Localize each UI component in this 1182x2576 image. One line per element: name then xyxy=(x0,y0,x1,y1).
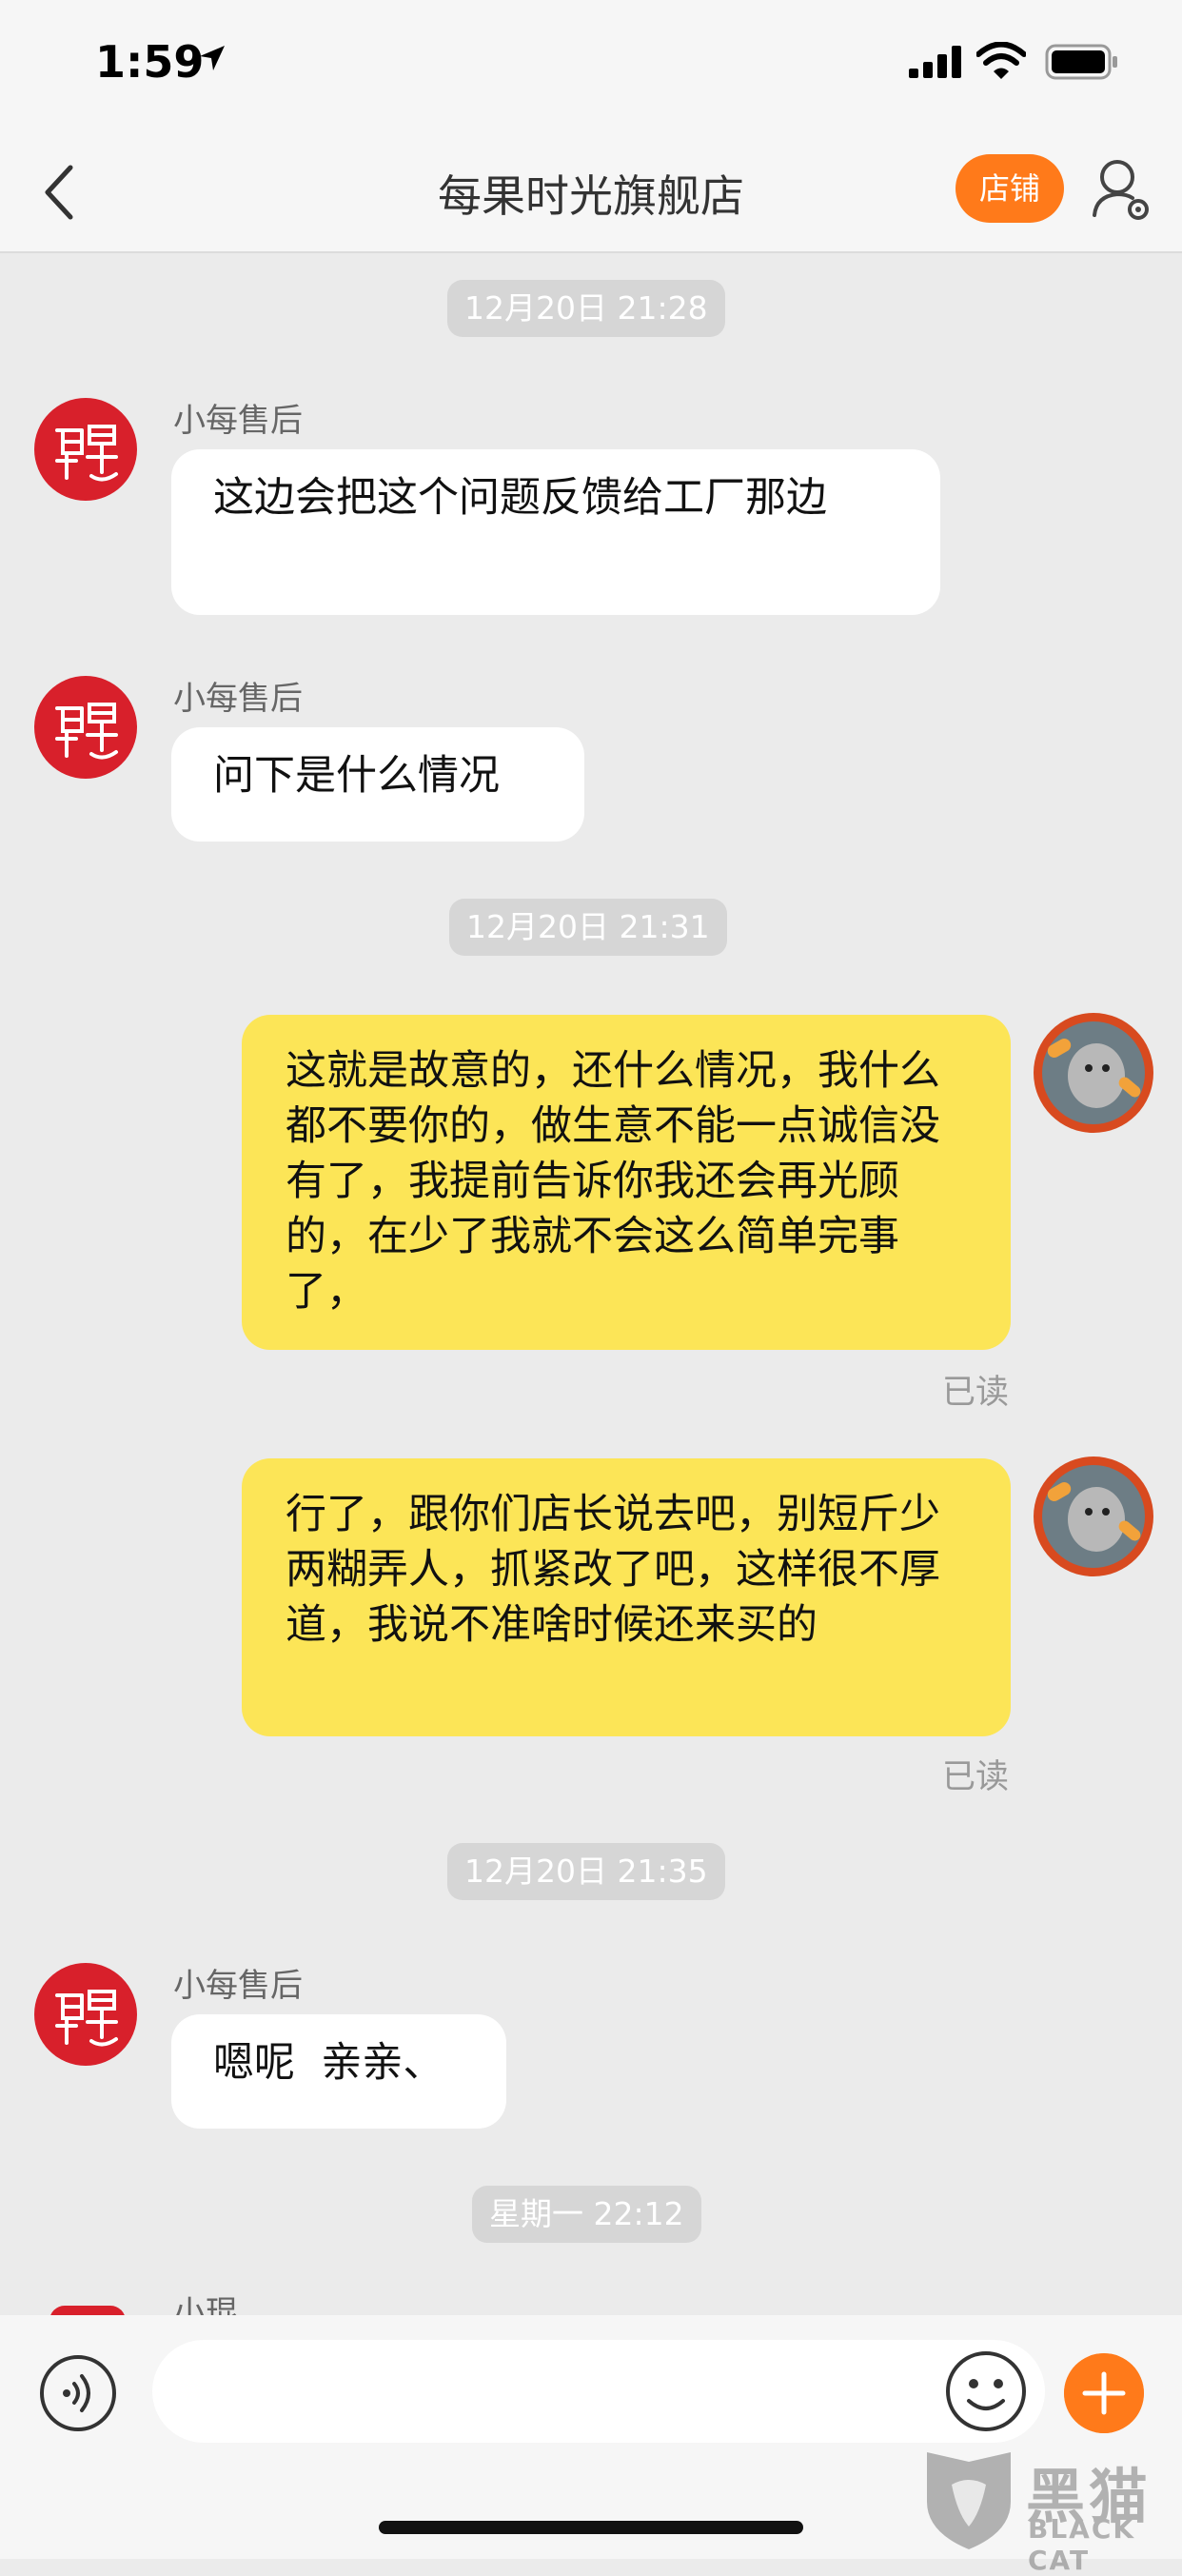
sender-name: 小每售后 xyxy=(173,680,303,718)
watermark-subtext: BLACK CAT xyxy=(1028,2513,1136,2576)
message-bubble[interactable]: 问下是什么情况 xyxy=(171,727,584,842)
timestamp: 12月20日 21:31 xyxy=(449,899,727,956)
sender-name-partial: 小琨 xyxy=(173,2294,238,2317)
home-indicator xyxy=(379,2521,803,2534)
wifi-icon xyxy=(976,42,1026,79)
read-status: 已读 xyxy=(941,1758,1009,1796)
message-bubble[interactable]: 嗯呢 亲亲、 xyxy=(171,2014,506,2129)
user-avatar[interactable] xyxy=(1034,1013,1153,1133)
status-time: 1:59 xyxy=(95,36,205,88)
location-arrow-icon xyxy=(200,46,225,70)
voice-icon[interactable] xyxy=(38,2353,118,2433)
sender-name: 小每售后 xyxy=(173,1967,303,2005)
message-bubble[interactable]: 这边会把这个问题反馈给工厂那边 xyxy=(171,449,940,615)
status-bar: 1:59 xyxy=(0,0,1182,133)
battery-icon xyxy=(1045,44,1117,80)
plus-icon[interactable] xyxy=(1064,2353,1144,2433)
watermark: 黑猫 BLACK CAT xyxy=(919,2447,1176,2576)
nav-bar: 每果时光旗舰店 店铺 xyxy=(0,133,1182,253)
message-input[interactable] xyxy=(152,2340,1045,2443)
timestamp: 12月20日 21:28 xyxy=(447,280,725,337)
signal-icon xyxy=(909,46,961,78)
read-status: 已读 xyxy=(941,1374,1009,1412)
black-cat-logo-icon xyxy=(927,2452,1011,2549)
sender-name: 小每售后 xyxy=(173,402,303,440)
message-bubble[interactable]: 这就是故意的，还什么情况，我什么都不要你的，做生意不能一点诚信没有了，我提前告诉… xyxy=(242,1015,1011,1350)
shop-avatar[interactable] xyxy=(34,398,137,501)
timestamp: 星期一 22:12 xyxy=(472,2186,701,2243)
timestamp: 12月20日 21:35 xyxy=(447,1843,725,1900)
emoji-icon[interactable] xyxy=(944,2349,1028,2433)
user-avatar[interactable] xyxy=(1034,1456,1153,1576)
shop-avatar[interactable] xyxy=(34,676,137,779)
store-button[interactable]: 店铺 xyxy=(955,154,1064,223)
shop-avatar[interactable] xyxy=(34,1963,137,2066)
message-bubble[interactable]: 行了，跟你们店长说去吧，别短斤少两糊弄人，抓紧改了吧，这样很不厚道，我说不准啥时… xyxy=(242,1458,1011,1736)
user-settings-icon[interactable] xyxy=(1091,156,1153,223)
